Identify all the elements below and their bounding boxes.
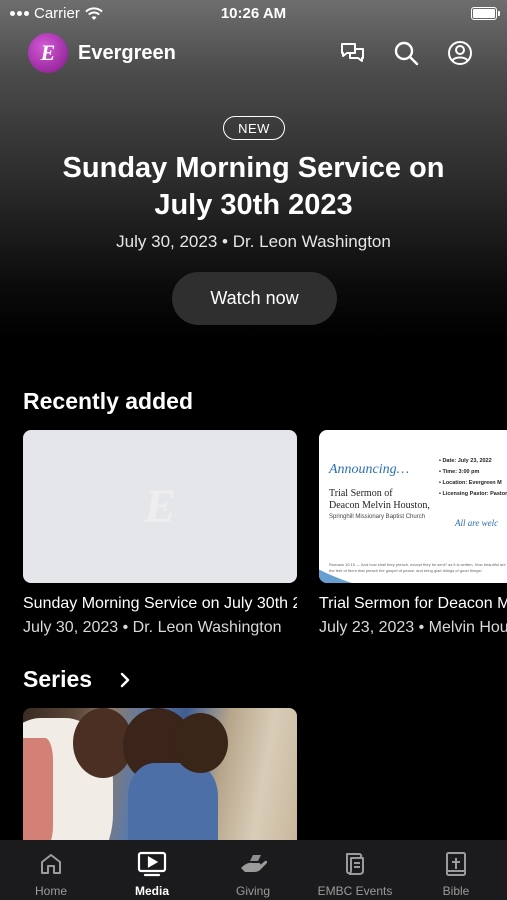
series-title[interactable]: Series <box>23 666 92 693</box>
shirt-stripe-shape <box>23 738 53 843</box>
tab-giving[interactable]: Giving <box>223 840 283 900</box>
bible-icon <box>445 850 467 878</box>
tab-bible[interactable]: Bible <box>426 840 486 900</box>
media-thumbnail-placeholder: E <box>23 430 297 583</box>
logo-watermark-icon: E <box>143 480 176 533</box>
app-header: E Evergreen <box>0 30 507 76</box>
account-icon[interactable] <box>445 38 475 68</box>
tab-media[interactable]: Media <box>122 840 182 900</box>
media-card[interactable]: E Sunday Morning Service on July 30th 20… <box>23 430 297 637</box>
new-badge: NEW <box>223 116 285 140</box>
media-card-meta: July 23, 2023 • Melvin Houston <box>319 619 507 636</box>
home-icon <box>39 850 63 878</box>
series-thumbnail[interactable] <box>23 708 297 843</box>
events-icon <box>342 850 368 878</box>
singer-head-shape <box>173 713 228 773</box>
tab-label: Bible <box>442 884 470 898</box>
singer-body-shape <box>128 763 218 843</box>
announce-line: Deacon Melvin Houston, <box>329 500 430 511</box>
tab-label: Media <box>134 884 169 898</box>
media-card[interactable]: Announcing… Trial Sermon of Deacon Melvi… <box>319 430 507 637</box>
media-thumbnail: Announcing… Trial Sermon of Deacon Melvi… <box>319 430 507 583</box>
announce-verse: Romans 10:15 — And how shall they preach… <box>329 562 506 573</box>
tab-home[interactable]: Home <box>21 840 81 900</box>
status-bar: Carrier 10:26 AM <box>0 0 507 28</box>
announce-welcome: All are welc <box>455 518 499 528</box>
media-card-meta: July 30, 2023 • Dr. Leon Washington <box>23 619 282 636</box>
watch-now-button[interactable]: Watch now <box>172 272 337 325</box>
app-logo[interactable]: E <box>28 33 68 73</box>
tab-bar: Home Media Giving EMBC Events Bible <box>0 840 507 900</box>
search-icon[interactable] <box>391 38 421 68</box>
media-card-title: Sunday Morning Service on July 30th 2023 <box>23 595 297 612</box>
media-card-title: Trial Sermon for Deacon Melvin Houston <box>319 595 507 612</box>
announce-heading: Announcing… <box>329 462 410 477</box>
announce-detail: • Time: 3:00 pm <box>439 469 480 475</box>
tab-label: EMBC Events <box>317 884 393 898</box>
chat-icon[interactable] <box>338 38 368 68</box>
announce-detail: • Date: July 23, 2022 <box>439 458 492 464</box>
media-icon <box>137 850 167 878</box>
announce-details: • Date: July 23, 2022 • Time: 3:00 pm • … <box>439 456 507 500</box>
recently-added-title: Recently added <box>23 388 193 414</box>
announce-church: Springhill Missionary Baptist Church <box>329 514 426 520</box>
app-title: Evergreen <box>78 42 176 64</box>
status-time: 10:26 AM <box>220 5 287 22</box>
giving-icon <box>239 850 267 878</box>
tab-label: Home <box>34 884 67 898</box>
tab-embc-events[interactable]: EMBC Events <box>311 840 399 900</box>
announce-subtitle: Trial Sermon of Deacon Melvin Houston, <box>329 488 430 512</box>
chevron-right-icon[interactable] <box>118 670 132 690</box>
announce-detail: • Location: Evergreen M <box>439 480 502 486</box>
hero-title: Sunday Morning Service on July 30th 2023 <box>62 152 445 221</box>
hero-meta: July 30, 2023 • Dr. Leon Washington <box>116 232 391 251</box>
battery-icon <box>471 7 500 20</box>
announce-detail: • Licensing Pastor: Pastor L <box>439 491 507 497</box>
announce-line: Trial Sermon of <box>329 488 393 499</box>
tab-label: Giving <box>235 884 270 898</box>
